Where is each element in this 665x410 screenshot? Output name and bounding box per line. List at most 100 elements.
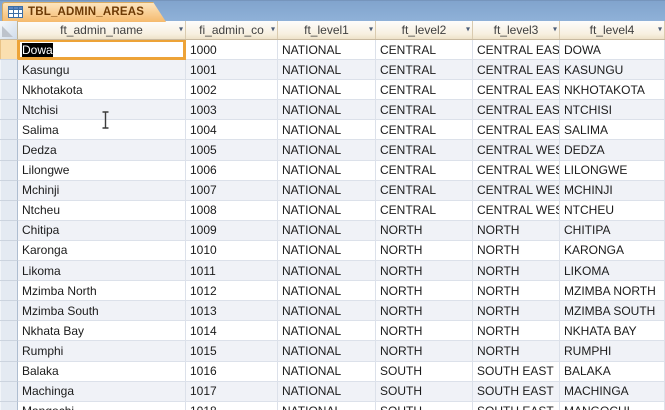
cell-ft_level4[interactable]: RUMPHI xyxy=(560,341,665,361)
cell-ft_level2[interactable]: NORTH xyxy=(376,301,473,321)
row-selector[interactable] xyxy=(0,261,18,281)
row-selector[interactable] xyxy=(0,321,18,341)
cell-ft_level2[interactable]: CENTRAL xyxy=(376,161,473,181)
row-selector[interactable] xyxy=(0,40,18,60)
dropdown-arrow-icon[interactable]: ▾ xyxy=(179,26,183,34)
cell-ft_level3[interactable]: NORTH xyxy=(473,261,560,281)
cell-ft_level3[interactable]: NORTH xyxy=(473,341,560,361)
cell-ft_level2[interactable]: CENTRAL xyxy=(376,201,473,221)
cell-ft_admin_name[interactable]: Nkhata Bay xyxy=(18,321,186,341)
cell-ft_level4[interactable]: MZIMBA SOUTH xyxy=(560,301,665,321)
cell-fi_admin_co[interactable]: 1017 xyxy=(186,382,278,402)
cell-ft_admin_name[interactable]: Ntchisi xyxy=(18,100,186,120)
cell-ft_admin_name[interactable]: Ntcheu xyxy=(18,201,186,221)
cell-fi_admin_co[interactable]: 1005 xyxy=(186,140,278,160)
cell-fi_admin_co[interactable]: 1012 xyxy=(186,281,278,301)
cell-ft_level1[interactable]: NATIONAL xyxy=(278,241,376,261)
cell-fi_admin_co[interactable]: 1018 xyxy=(186,402,278,410)
cell-ft_level2[interactable]: NORTH xyxy=(376,221,473,241)
cell-ft_level1[interactable]: NATIONAL xyxy=(278,362,376,382)
row-selector[interactable] xyxy=(0,362,18,382)
cell-ft_level3[interactable]: CENTRAL WEST xyxy=(473,161,560,181)
cell-ft_level4[interactable]: LILONGWE xyxy=(560,161,665,181)
cell-ft_admin_name[interactable]: Karonga xyxy=(18,241,186,261)
cell-fi_admin_co[interactable]: 1009 xyxy=(186,221,278,241)
cell-ft_level1[interactable]: NATIONAL xyxy=(278,221,376,241)
row-selector[interactable] xyxy=(0,301,18,321)
cell-ft_level3[interactable]: NORTH xyxy=(473,221,560,241)
cell-fi_admin_co[interactable]: 1016 xyxy=(186,362,278,382)
cell-ft_level4[interactable]: MZIMBA NORTH xyxy=(560,281,665,301)
cell-fi_admin_co[interactable]: 1008 xyxy=(186,201,278,221)
cell-ft_level4[interactable]: CHITIPA xyxy=(560,221,665,241)
cell-ft_admin_name[interactable]: Dedza xyxy=(18,140,186,160)
row-selector[interactable] xyxy=(0,241,18,261)
cell-ft_admin_name[interactable]: Nkhotakota xyxy=(18,80,186,100)
dropdown-arrow-icon[interactable]: ▾ xyxy=(658,26,662,34)
cell-ft_level2[interactable]: CENTRAL xyxy=(376,40,473,60)
cell-ft_admin_name[interactable]: Mzimba North xyxy=(18,281,186,301)
cell-ft_admin_name[interactable]: Mchinji xyxy=(18,181,186,201)
cell-ft_level3[interactable]: CENTRAL EAST xyxy=(473,100,560,120)
cell-ft_level2[interactable]: SOUTH xyxy=(376,362,473,382)
cell-ft_level3[interactable]: CENTRAL EAST xyxy=(473,80,560,100)
cell-ft_level1[interactable]: NATIONAL xyxy=(278,140,376,160)
row-selector[interactable] xyxy=(0,60,18,80)
cell-ft_level1[interactable]: NATIONAL xyxy=(278,201,376,221)
cell-ft_level2[interactable]: CENTRAL xyxy=(376,140,473,160)
cell-ft_level1[interactable]: NATIONAL xyxy=(278,80,376,100)
cell-ft_level4[interactable]: KASUNGU xyxy=(560,60,665,80)
row-selector[interactable] xyxy=(0,140,18,160)
cell-fi_admin_co[interactable]: 1004 xyxy=(186,120,278,140)
row-selector[interactable] xyxy=(0,201,18,221)
cell-ft_level2[interactable]: NORTH xyxy=(376,241,473,261)
cell-ft_admin_name[interactable]: Likoma xyxy=(18,261,186,281)
cell-ft_level4[interactable]: NKHOTAKOTA xyxy=(560,80,665,100)
cell-ft_admin_name[interactable]: Mangochi xyxy=(18,402,186,410)
cell-ft_level4[interactable]: BALAKA xyxy=(560,362,665,382)
cell-ft_level2[interactable]: CENTRAL xyxy=(376,100,473,120)
cell-ft_level1[interactable]: NATIONAL xyxy=(278,40,376,60)
cell-ft_level3[interactable]: CENTRAL EAST xyxy=(473,120,560,140)
cell-fi_admin_co[interactable]: 1001 xyxy=(186,60,278,80)
cell-ft_level2[interactable]: NORTH xyxy=(376,261,473,281)
cell-ft_level2[interactable]: CENTRAL xyxy=(376,60,473,80)
cell-ft_level3[interactable]: CENTRAL EAST xyxy=(473,40,560,60)
cell-ft_level4[interactable]: MCHINJI xyxy=(560,181,665,201)
row-selector[interactable] xyxy=(0,161,18,181)
cell-ft_level1[interactable]: NATIONAL xyxy=(278,301,376,321)
dropdown-arrow-icon[interactable]: ▾ xyxy=(369,26,373,34)
dropdown-arrow-icon[interactable]: ▾ xyxy=(553,26,557,34)
cell-ft_level1[interactable]: NATIONAL xyxy=(278,161,376,181)
cell-ft_level1[interactable]: NATIONAL xyxy=(278,181,376,201)
cell-ft_level3[interactable]: NORTH xyxy=(473,321,560,341)
cell-ft_level2[interactable]: SOUTH xyxy=(376,402,473,410)
row-selector[interactable] xyxy=(0,80,18,100)
cell-ft_admin_name[interactable]: Kasungu xyxy=(18,60,186,80)
tab-tbl-admin-areas[interactable]: TBL_ADMIN_AREAS xyxy=(2,2,166,22)
cell-ft_level3[interactable]: SOUTH EAST xyxy=(473,382,560,402)
cell-ft_level1[interactable]: NATIONAL xyxy=(278,120,376,140)
dropdown-arrow-icon[interactable]: ▾ xyxy=(466,26,470,34)
cell-ft_level2[interactable]: CENTRAL xyxy=(376,181,473,201)
cell-ft_level1[interactable]: NATIONAL xyxy=(278,281,376,301)
column-header-ft_admin_name[interactable]: ft_admin_name▾ xyxy=(18,21,186,39)
cell-ft_level4[interactable]: NKHATA BAY xyxy=(560,321,665,341)
cell-ft_level3[interactable]: SOUTH EAST xyxy=(473,402,560,410)
cell-ft_level4[interactable]: SALIMA xyxy=(560,120,665,140)
column-header-ft_level1[interactable]: ft_level1▾ xyxy=(278,21,376,39)
column-header-ft_level4[interactable]: ft_level4▾ xyxy=(560,21,665,39)
row-selector[interactable] xyxy=(0,181,18,201)
cell-ft_admin_name[interactable]: Dowa xyxy=(18,40,186,60)
cell-fi_admin_co[interactable]: 1006 xyxy=(186,161,278,181)
cell-ft_level2[interactable]: NORTH xyxy=(376,281,473,301)
dropdown-arrow-icon[interactable]: ▾ xyxy=(271,26,275,34)
cell-ft_level4[interactable]: NTCHISI xyxy=(560,100,665,120)
cell-fi_admin_co[interactable]: 1013 xyxy=(186,301,278,321)
cell-ft_level3[interactable]: NORTH xyxy=(473,301,560,321)
cell-ft_level2[interactable]: NORTH xyxy=(376,341,473,361)
cell-fi_admin_co[interactable]: 1014 xyxy=(186,321,278,341)
cell-ft_level4[interactable]: DOWA xyxy=(560,40,665,60)
cell-fi_admin_co[interactable]: 1010 xyxy=(186,241,278,261)
row-selector[interactable] xyxy=(0,120,18,140)
